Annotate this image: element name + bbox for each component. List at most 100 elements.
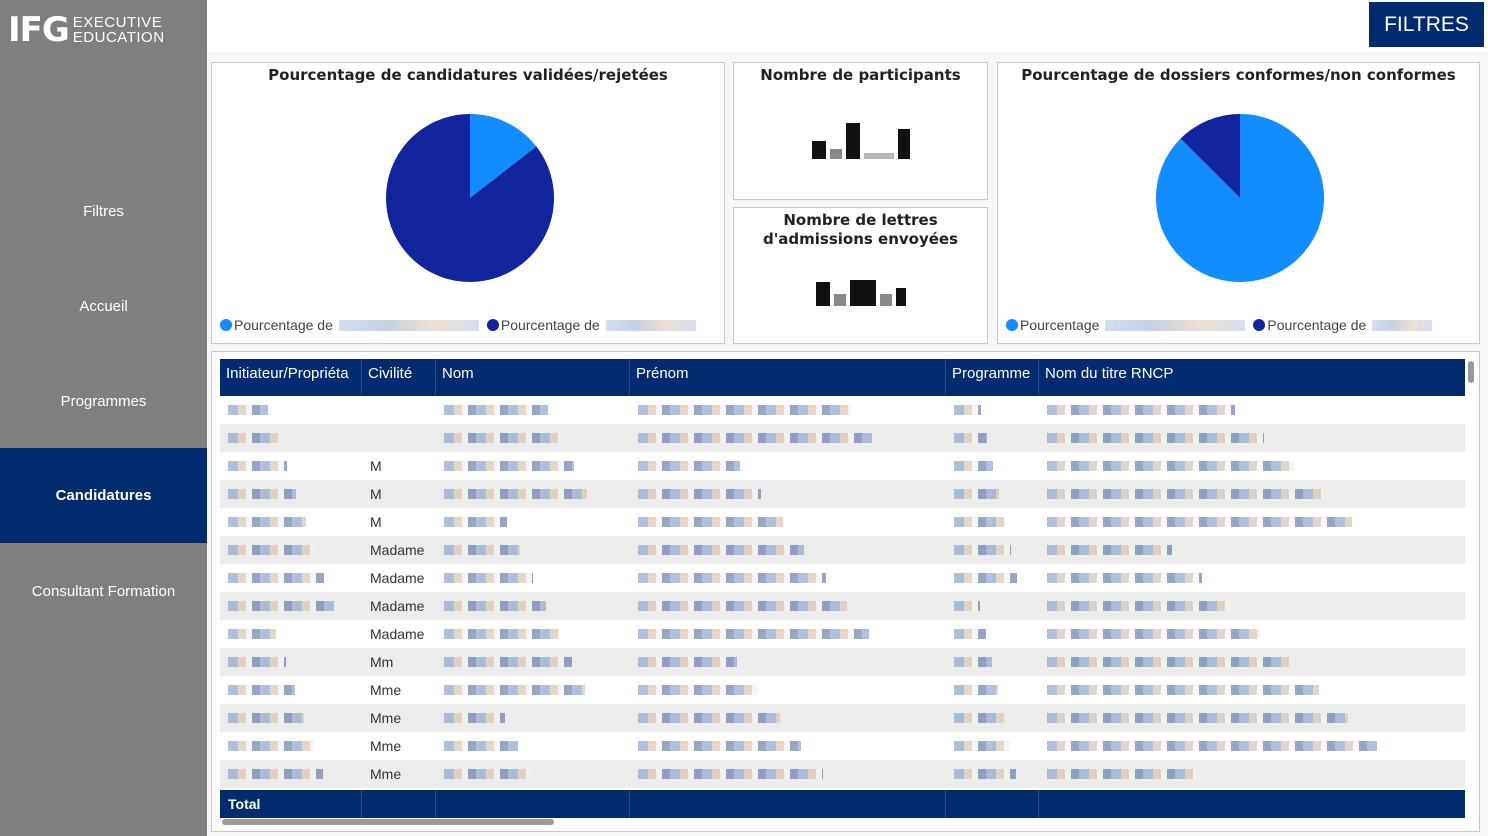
redacted-cell [220, 480, 362, 508]
redacted-cell [1039, 452, 1465, 480]
redacted-text [1047, 629, 1261, 639]
redacted-cell [1039, 424, 1465, 452]
redacted-text [1047, 461, 1294, 471]
legend-item[interactable]: Pourcentage [1006, 317, 1246, 333]
redacted-text [1047, 601, 1231, 611]
nav-item-consultant-formation[interactable]: Consultant Formation [0, 544, 207, 639]
redacted-cell [220, 424, 362, 452]
redacted-cell [946, 648, 1039, 676]
legend-label: Pourcentage de [500, 317, 600, 333]
redacted-cell [946, 536, 1039, 564]
redacted-cell [946, 704, 1039, 732]
column-header-prenom[interactable]: Prénom [630, 359, 946, 396]
redacted-text [228, 741, 314, 751]
redacted-cell [436, 564, 630, 592]
table-row[interactable]: M [220, 452, 1465, 480]
nav-label: Programmes [60, 393, 147, 410]
table-row[interactable]: Mme [220, 760, 1465, 788]
table-row[interactable]: Mme [220, 732, 1465, 760]
redacted-cell [946, 424, 1039, 452]
filtres-button[interactable]: FILTRES [1369, 2, 1484, 47]
civilite-cell: M [370, 458, 382, 474]
redacted-text [638, 601, 848, 611]
vertical-scrollbar[interactable] [1468, 361, 1474, 383]
redacted-text [228, 657, 286, 667]
redacted-cell [436, 508, 630, 536]
civilite-cell: Mme [370, 738, 402, 754]
redacted-cell [1039, 536, 1465, 564]
legend-item[interactable]: Pourcentage de [486, 317, 696, 333]
redacted-text [1047, 713, 1348, 723]
table-row[interactable]: M [220, 508, 1465, 536]
redacted-cell [220, 564, 362, 592]
redacted-text [444, 545, 521, 555]
total-cell [1039, 790, 1465, 818]
table-row[interactable]: Madame [220, 536, 1465, 564]
table-row[interactable]: Mme [220, 704, 1465, 732]
redacted-cell [1039, 592, 1465, 620]
pie-chart-candidatures [386, 114, 554, 282]
redacted-text [444, 517, 508, 527]
redacted-text [228, 769, 324, 779]
redacted-cell [946, 508, 1039, 536]
topbar: FILTRES [207, 0, 1488, 52]
legend-item[interactable]: Pourcentage de [220, 317, 479, 333]
redacted-text [638, 433, 873, 443]
civilite-cell: Mme [370, 710, 402, 726]
table-row[interactable]: Mm [220, 648, 1465, 676]
table-row[interactable]: M [220, 480, 1465, 508]
table-row[interactable]: Madame [220, 564, 1465, 592]
redacted-cell [630, 620, 946, 648]
redacted-text [444, 601, 547, 611]
table-row[interactable]: Madame [220, 592, 1465, 620]
nav-label: Filtres [83, 203, 124, 220]
redacted-text [638, 573, 826, 583]
redacted-cell [436, 732, 630, 760]
redacted-text [954, 685, 999, 695]
redacted-cell [1039, 704, 1465, 732]
redacted-text [954, 461, 994, 471]
nav-item-programmes[interactable]: Programmes [0, 354, 207, 449]
redacted-text [1047, 741, 1378, 751]
column-header-titre-rncp[interactable]: Nom du titre RNCP [1039, 359, 1465, 396]
nav-item-candidatures[interactable]: Candidatures [0, 448, 207, 543]
civilite-cell: Madame [370, 626, 425, 642]
redacted-text [444, 433, 562, 443]
redacted-text [1372, 319, 1433, 331]
table-row[interactable] [220, 424, 1465, 452]
redacted-cell [436, 676, 630, 704]
table-row[interactable] [220, 396, 1465, 424]
redacted-cell [1039, 564, 1465, 592]
redacted-cell [436, 536, 630, 564]
table-row[interactable]: Mme [220, 676, 1465, 704]
redacted-text [228, 629, 277, 639]
redacted-cell [436, 760, 630, 788]
redacted-cell [436, 648, 630, 676]
column-header-nom[interactable]: Nom [436, 359, 630, 396]
table-row[interactable]: Madame [220, 620, 1465, 648]
column-header-programme[interactable]: Programme [946, 359, 1039, 396]
pie-chart-dossiers [1156, 114, 1324, 282]
nav-item-filtres[interactable]: Filtres [0, 164, 207, 259]
civilite-cell [362, 396, 436, 424]
redacted-text [954, 629, 987, 639]
redacted-text [954, 769, 1017, 779]
column-header-civilite[interactable]: Civilité [362, 359, 436, 396]
redacted-text [954, 405, 982, 415]
redacted-cell [1039, 676, 1465, 704]
nav-label: Candidatures [55, 487, 152, 504]
redacted-text [444, 629, 560, 639]
redacted-text [228, 545, 316, 555]
civilite-cell: Madame [370, 598, 425, 614]
civilite-cell: M [370, 514, 382, 530]
redacted-text [228, 405, 269, 415]
redacted-cell [220, 760, 362, 788]
redacted-cell [630, 536, 946, 564]
redacted-cell [1039, 620, 1465, 648]
nav-item-accueil[interactable]: Accueil [0, 259, 207, 354]
redacted-cell [946, 732, 1039, 760]
total-cell [630, 790, 946, 818]
horizontal-scrollbar[interactable] [222, 819, 554, 825]
legend-item[interactable]: Pourcentage de [1253, 317, 1433, 333]
column-header-initiateur[interactable]: Initiateur/Propriéta [220, 359, 362, 396]
